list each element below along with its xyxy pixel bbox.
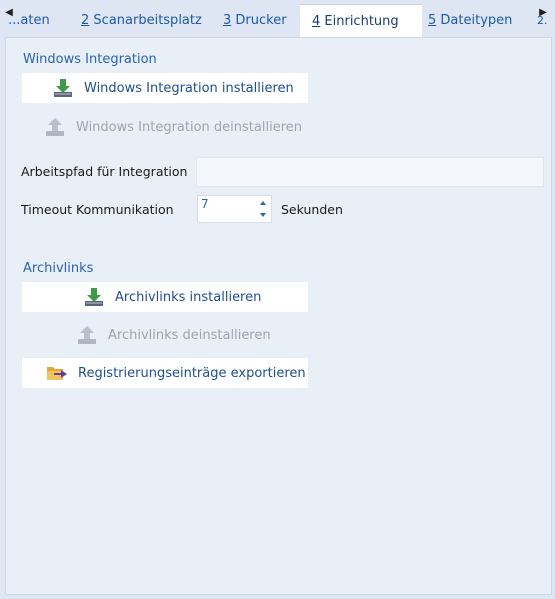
- tab-daten[interactable]: ...aten: [8, 4, 68, 37]
- tab-bar: ◀ ...aten 2 Scanarbeitsplatz 3 Drucker 4…: [0, 0, 555, 38]
- upload-icon: [44, 117, 66, 137]
- tab-drucker[interactable]: 3 Drucker: [223, 4, 303, 37]
- section-title-archivlinks: Archivlinks: [23, 261, 94, 276]
- tab-label: Einrichtung: [320, 14, 399, 29]
- tab-einrichtung[interactable]: 4 Einrichtung: [300, 4, 422, 38]
- tab-overflow[interactable]: 2.: [537, 4, 555, 37]
- export-registry-button[interactable]: Registrierungseinträge exportieren: [22, 358, 308, 388]
- work-path-input[interactable]: [196, 157, 544, 187]
- tab-label: Scanarbeitsplatz: [89, 13, 202, 28]
- upload-icon: [76, 325, 98, 345]
- uninstall-windows-integration-label: Windows Integration deinstallieren: [76, 119, 302, 135]
- install-windows-integration-button[interactable]: Windows Integration installieren: [22, 73, 308, 103]
- download-icon: [83, 287, 105, 307]
- uninstall-windows-integration-button[interactable]: Windows Integration deinstallieren: [22, 112, 308, 142]
- timeout-stepper[interactable]: 7: [197, 195, 272, 223]
- tab-label: Drucker: [231, 13, 287, 28]
- timeout-unit: Sekunden: [281, 202, 343, 217]
- install-archivlinks-button[interactable]: Archivlinks installieren: [22, 282, 308, 312]
- stepper-arrows-icon[interactable]: [258, 198, 268, 220]
- uninstall-archivlinks-button[interactable]: Archivlinks deinstallieren: [22, 320, 308, 350]
- tab-overflow-label: 2.: [537, 14, 548, 27]
- uninstall-archivlinks-label: Archivlinks deinstallieren: [108, 327, 271, 343]
- section-title-windows-integration: Windows Integration: [23, 52, 157, 67]
- timeout-value: 7: [201, 197, 209, 211]
- install-windows-integration-label: Windows Integration installieren: [84, 80, 294, 96]
- export-registry-label: Registrierungseinträge exportieren: [78, 365, 306, 381]
- tab-dateitypen[interactable]: 5 Dateitypen: [428, 4, 523, 37]
- timeout-label: Timeout Kommunikation: [21, 202, 174, 217]
- download-icon: [52, 78, 74, 98]
- install-archivlinks-label: Archivlinks installieren: [115, 289, 262, 305]
- tab-label: ...aten: [8, 13, 50, 28]
- work-path-label: Arbeitspfad für Integration: [21, 164, 188, 179]
- tab-label: Dateitypen: [436, 13, 513, 28]
- tab-scanarbeitsplatz[interactable]: 2 Scanarbeitsplatz: [81, 4, 206, 37]
- export-folder-icon: [46, 363, 68, 383]
